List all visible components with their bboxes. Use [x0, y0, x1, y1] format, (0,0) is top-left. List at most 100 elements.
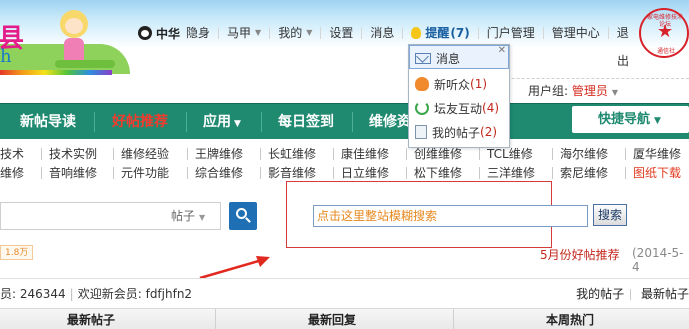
tab-latest-posts[interactable]: 最新帖子: [67, 311, 115, 328]
username-link[interactable]: 中华: [156, 25, 180, 42]
nav-divider: [352, 112, 353, 132]
nav-apps[interactable]: 应用 ▼: [203, 104, 241, 140]
close-icon[interactable]: ✕: [498, 45, 506, 56]
chevron-down-icon: ▼: [199, 213, 206, 222]
chevron-down-icon: ▼: [654, 116, 661, 126]
link-divider: [479, 148, 480, 160]
new-member-link[interactable]: fdfjhfn2: [146, 287, 192, 301]
fuzzy-search-button[interactable]: 搜索: [593, 204, 627, 226]
category-link[interactable]: 松下维修: [414, 164, 462, 182]
invisible-link[interactable]: 隐身: [186, 27, 220, 39]
lightbulb-icon: [411, 27, 422, 39]
site-header: 县 h 中华 隐身 马甲 ▼ 我的 ▼ 设置 消息 提醒 (7) 门户管理 管理中心 …: [0, 0, 689, 103]
latest-posts-link[interactable]: 最新帖子: [641, 287, 689, 301]
category-link[interactable]: 技术实例: [49, 145, 97, 163]
star-icon: ★: [657, 21, 674, 42]
my-menu[interactable]: 我的 ▼: [270, 27, 322, 39]
link-divider: [260, 167, 261, 179]
fuzzy-search-field[interactable]: 点击这里整站模糊搜索: [313, 205, 588, 227]
link-divider: [406, 167, 407, 179]
link-divider: [479, 167, 480, 179]
popup-item-interactions[interactable]: 坛友互动 (4): [415, 98, 499, 118]
logo-rainbow-strip: [0, 70, 112, 75]
category-link[interactable]: 影音维修: [268, 164, 316, 182]
mail-icon: [415, 52, 431, 64]
link-divider: [552, 148, 553, 160]
person-icon: [415, 77, 429, 91]
link-divider: [187, 167, 188, 179]
category-link[interactable]: 海尔维修: [560, 145, 608, 163]
nav-recommended-posts[interactable]: 好帖推荐: [112, 104, 168, 140]
nav-daily-checkin[interactable]: 每日签到: [278, 104, 334, 140]
category-link[interactable]: 康佳维修: [341, 145, 389, 163]
link-divider: [187, 148, 188, 160]
admin-center-link[interactable]: 管理中心: [544, 27, 609, 39]
category-link[interactable]: 长虹维修: [268, 145, 316, 163]
search-button[interactable]: [229, 202, 257, 230]
nav-new-posts[interactable]: 新帖导读: [20, 104, 76, 140]
link-divider: [113, 167, 114, 179]
category-link[interactable]: 技术: [0, 145, 24, 163]
link-divider: [625, 148, 626, 160]
link-divider: [113, 148, 114, 160]
messages-link[interactable]: 消息: [362, 27, 404, 39]
tab-latest-replies[interactable]: 最新回复: [308, 311, 356, 328]
reminders-link[interactable]: 提醒 (7): [403, 27, 479, 39]
category-link[interactable]: 三洋维修: [487, 164, 535, 182]
recycle-icon: [415, 101, 429, 115]
chevron-down-icon: ▼: [306, 28, 313, 37]
category-link[interactable]: 索尼维修: [560, 164, 608, 182]
link-divider: [41, 167, 42, 179]
link-divider: [625, 167, 626, 179]
category-link[interactable]: 音响维修: [49, 164, 97, 182]
tab-weekly-hot[interactable]: 本周热门: [546, 311, 594, 328]
link-divider: [260, 148, 261, 160]
logout-link-tail[interactable]: 出: [617, 52, 629, 69]
popup-item-my-posts[interactable]: 我的帖子 (2): [415, 122, 497, 142]
post-date: (2014-5-4: [632, 246, 684, 274]
grass-decoration: [55, 60, 115, 68]
chevron-down-icon: ▼: [611, 88, 619, 97]
nav-repair-data[interactable]: 维修资: [369, 104, 411, 140]
chevron-down-icon: ▼: [255, 28, 262, 37]
portal-admin-link[interactable]: 门户管理: [479, 27, 544, 39]
search-input[interactable]: 帖子 ▼: [0, 202, 221, 230]
my-posts-link[interactable]: 我的帖子: [576, 287, 624, 301]
vest-menu[interactable]: 马甲 ▼: [219, 27, 271, 39]
popup-item-messages[interactable]: 消息: [415, 48, 460, 68]
category-link[interactable]: 维修经验: [121, 145, 169, 163]
popup-item-new-followers[interactable]: 新听众 (1): [415, 74, 487, 94]
search-type-select[interactable]: 帖子 ▼: [171, 203, 205, 229]
link-divider: [552, 167, 553, 179]
category-link[interactable]: 王牌维修: [195, 145, 243, 163]
reminder-dropdown: ✕ 消息 新听众 (1) 坛友互动 (4) 我的帖子 (2): [408, 44, 510, 148]
member-stats: 员: 246344 | 欢迎新会员: fdfjhfn2: [0, 287, 193, 301]
usergroup-info: 用户组: 管理员 ▼: [528, 84, 619, 98]
count-badge: 1.8万: [0, 245, 34, 260]
link-divider: [333, 167, 334, 179]
forum-stats-bar: 员: 246344 | 欢迎新会员: fdfjhfn2 我的帖子 最新帖子: [0, 278, 689, 306]
top-user-bar: 中华 隐身 马甲 ▼ 我的 ▼ 设置 消息 提醒 (7) 门户管理 管理中心 退: [138, 23, 637, 43]
month-recommend-link[interactable]: 5月份好帖推荐: [540, 246, 620, 263]
category-link[interactable]: 厦华维修: [633, 145, 681, 163]
category-links: 技术 技术实例 维修经验 王牌维修 长虹维修 康佳维修 创维维修 TCL维修 海尔维修 厦华维修维…: [0, 145, 689, 185]
category-link[interactable]: 日立维修: [341, 164, 389, 182]
nav-divider: [186, 112, 187, 132]
nav-divider: [94, 112, 95, 132]
post-tabs: 最新帖子 最新回复 本周热门: [0, 308, 689, 329]
site-logo-subtext: h: [0, 46, 12, 67]
settings-link[interactable]: 设置: [321, 27, 363, 39]
category-link[interactable]: 综合维修: [195, 164, 243, 182]
link-divider: [406, 148, 407, 160]
logout-link[interactable]: 退: [609, 27, 637, 39]
link-divider: [41, 148, 42, 160]
category-link[interactable]: 维修: [0, 164, 24, 182]
usergroup-value[interactable]: 管理员: [572, 84, 608, 98]
red-seal-stamp: 家电维修技术论坛 ★ 通信社: [639, 8, 689, 58]
link-divider: [333, 148, 334, 160]
category-link[interactable]: 图纸下载: [633, 164, 681, 182]
category-link[interactable]: 元件功能: [121, 164, 169, 182]
quick-nav-button[interactable]: 快捷导航 ▼: [572, 106, 689, 133]
nav-divider: [261, 112, 262, 132]
chevron-down-icon: ▼: [234, 119, 241, 129]
